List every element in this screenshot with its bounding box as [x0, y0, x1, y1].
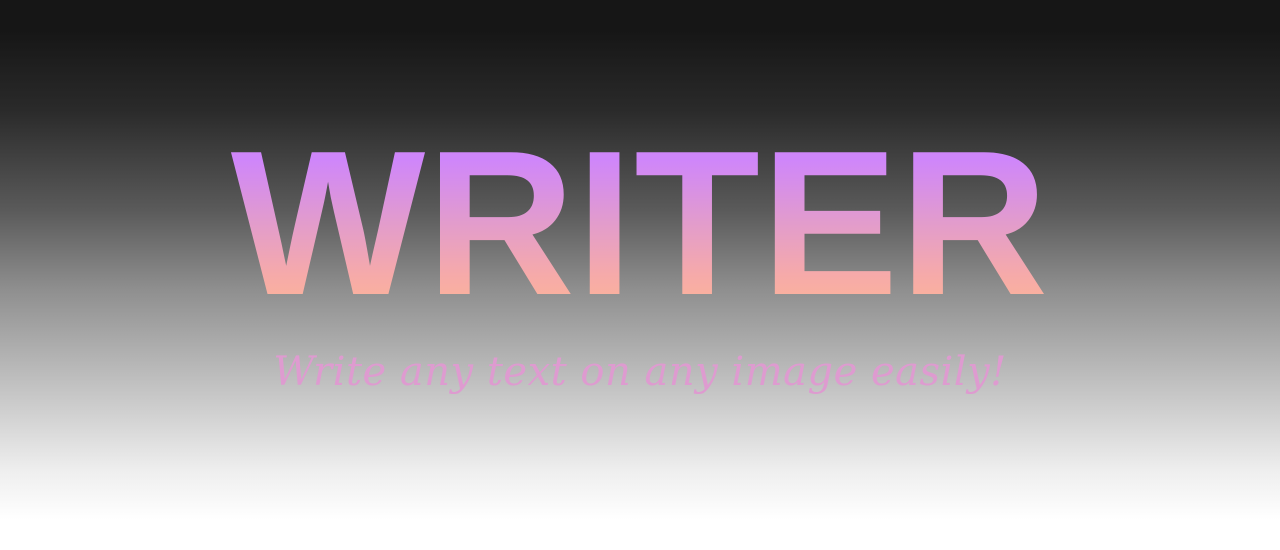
app-title: WRITER — [0, 118, 1280, 328]
hero-banner: WRITER Write any text on any image easil… — [0, 0, 1280, 550]
app-tagline: Write any text on any image easily! — [273, 349, 1007, 395]
